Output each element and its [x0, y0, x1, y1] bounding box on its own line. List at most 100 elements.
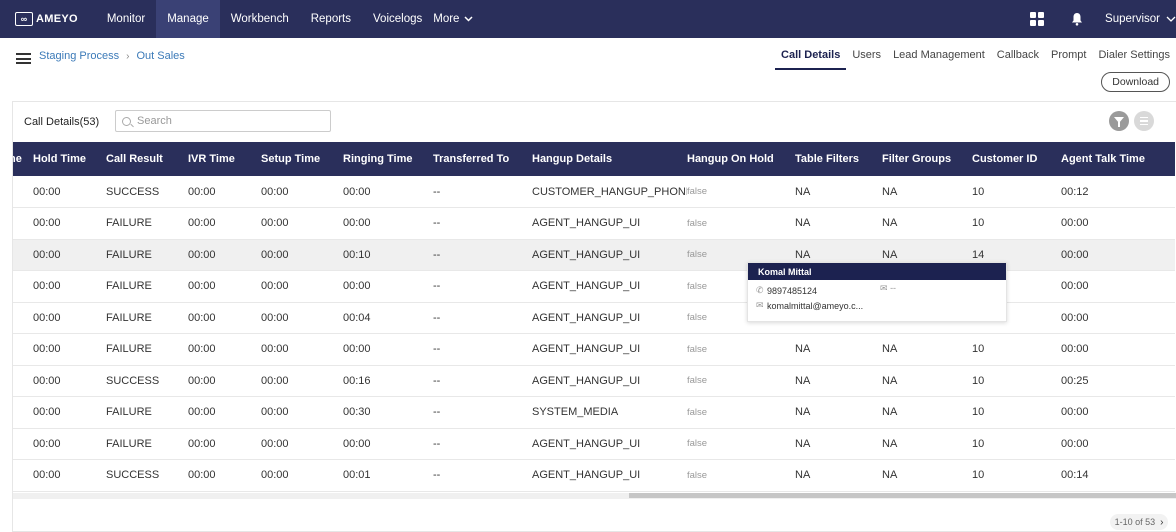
table-cell: 00:00 — [343, 437, 371, 450]
table-row[interactable]: 00:00 FAILURE 00:00 00:00 00:00 -- AGENT_HANGU… — [13, 334, 1175, 365]
table-cell: 00:00 — [188, 185, 216, 198]
table-cell: 00:00 — [188, 311, 216, 324]
table-cell: 00:00 — [33, 248, 61, 261]
table-cell: -- — [433, 217, 441, 230]
search-field[interactable] — [115, 110, 331, 132]
nav-workbench[interactable]: Workbench — [220, 0, 300, 38]
table-row[interactable]: 00:00 SUCCESS 00:00 00:00 00:01 -- AGENT_HANGU… — [13, 460, 1175, 491]
tab-lead-management[interactable]: Lead Management — [887, 46, 991, 70]
search-input[interactable] — [137, 115, 317, 127]
table-cell: -- — [433, 343, 441, 356]
table-cell: AGENT_HANGUP_UI — [532, 469, 641, 482]
table-row[interactable]: 00:00 FAILURE 00:00 00:00 00:30 -- SYSTEM_MEDI… — [13, 397, 1175, 428]
search-icon — [122, 116, 131, 126]
horizontal-scrollbar[interactable] — [13, 493, 1176, 499]
nav-reports[interactable]: Reports — [300, 0, 362, 38]
column-header-11[interactable]: Customer ID — [972, 142, 1061, 176]
column-header-10[interactable]: Filter Groups — [882, 142, 972, 176]
next-page-button[interactable]: › — [1160, 517, 1163, 528]
table-cell: 00:00 — [188, 217, 216, 230]
ameyo-logo[interactable]: ∞ AMEYO — [15, 0, 78, 38]
table-cell: 10 — [972, 217, 985, 230]
table-cell: AGENT_HANGUP_UI — [532, 437, 641, 450]
bell-icon[interactable] — [1071, 12, 1083, 26]
table-row[interactable]: 00:00 FAILURE 00:00 00:00 00:00 -- AGENT_HANGU… — [13, 208, 1175, 240]
tab-users[interactable]: Users — [846, 46, 887, 70]
scrollbar-thumb[interactable] — [629, 493, 1176, 498]
mail-icon: ✉ — [880, 283, 888, 293]
table-cell: NA — [795, 374, 811, 387]
table-cell: 00:00 — [33, 374, 61, 387]
table-row[interactable]: 00:00 FAILURE 00:00 00:00 00:00 -- AGENT_HANGU… — [13, 428, 1175, 460]
table-header-row: neHold TimeCall ResultIVR TimeSetup Time… — [13, 142, 1175, 176]
hamburger-icon[interactable] — [16, 53, 31, 64]
table-cell: false — [687, 438, 708, 450]
table-cell: NA — [882, 437, 898, 450]
table-cell: AGENT_HANGUP_UI — [532, 280, 641, 293]
tab-call-details[interactable]: Call Details — [775, 46, 847, 70]
table-cell: NA — [882, 374, 898, 387]
table-cell — [13, 428, 33, 460]
column-header-6[interactable]: Transferred To — [433, 142, 532, 176]
column-header-12[interactable]: Agent Talk Time — [1061, 142, 1175, 176]
column-header-7[interactable]: Hangup Details — [532, 142, 687, 176]
table-cell: 00:12 — [1061, 185, 1089, 198]
table-cell: false — [687, 343, 708, 355]
table-cell — [13, 239, 33, 271]
logo-mark-icon: ∞ — [15, 12, 33, 26]
table-cell: SUCCESS — [106, 374, 160, 387]
table-cell: 00:00 — [33, 217, 61, 230]
table-cell: FAILURE — [106, 280, 152, 293]
list-view-button[interactable] — [1134, 111, 1154, 131]
table-cell: -- — [433, 185, 441, 198]
table-cell — [13, 208, 33, 240]
table-row[interactable]: 00:00 SUCCESS 00:00 00:00 00:00 -- CUSTOMER_HA… — [13, 176, 1175, 208]
table-row[interactable]: 00:00 SUCCESS 00:00 00:00 00:16 -- AGENT_HANGU… — [13, 365, 1175, 397]
table-cell: 00:00 — [261, 343, 289, 356]
table-cell: 00:00 — [261, 248, 289, 261]
table-cell: AGENT_HANGUP_UI — [532, 343, 641, 356]
popover-email[interactable]: komalmittal@ameyo.c... — [767, 301, 863, 311]
top-navigation-bar: ∞ AMEYO Monitor Manage Workbench Reports… — [0, 0, 1176, 38]
table-cell: 00:00 — [261, 374, 289, 387]
tab-prompt[interactable]: Prompt — [1045, 46, 1092, 70]
table-cell: AGENT_HANGUP_UI — [532, 311, 641, 324]
table-cell: 00:00 — [188, 280, 216, 293]
table-cell: FAILURE — [106, 248, 152, 261]
filter-icon — [1114, 117, 1124, 127]
column-header-2[interactable]: Call Result — [106, 142, 188, 176]
table-cell: 00:25 — [1061, 374, 1089, 387]
user-chevron-icon[interactable] — [1166, 16, 1176, 22]
popover-phone[interactable]: 9897485124 — [767, 286, 817, 296]
column-header-4[interactable]: Setup Time — [261, 142, 343, 176]
nav-monitor[interactable]: Monitor — [96, 0, 156, 38]
table-cell: false — [687, 186, 708, 197]
table-cell: 00:00 — [188, 248, 216, 261]
apps-grid-icon[interactable] — [1030, 12, 1045, 26]
panel-title: Call Details(53) — [24, 116, 100, 128]
download-button[interactable]: Download — [1101, 72, 1170, 92]
user-menu[interactable]: Supervisor — [1105, 13, 1160, 25]
breadcrumb-process[interactable]: Staging Process — [39, 50, 119, 62]
table-cell: AGENT_HANGUP_UI — [532, 248, 641, 261]
breadcrumb-campaign[interactable]: Out Sales — [136, 50, 184, 62]
column-header-8[interactable]: Hangup On Hold — [687, 142, 795, 176]
table-cell: -- — [433, 406, 441, 419]
table-cell: FAILURE — [106, 217, 152, 230]
table-cell: 00:00 — [261, 185, 289, 198]
nav-more[interactable]: More — [433, 0, 484, 38]
column-header-5[interactable]: Ringing Time — [343, 142, 433, 176]
column-header-0[interactable]: ne — [13, 142, 33, 176]
nav-manage[interactable]: Manage — [156, 0, 220, 38]
column-header-9[interactable]: Table Filters — [795, 142, 882, 176]
tab-dialer-settings[interactable]: Dialer Settings — [1092, 46, 1176, 70]
table-cell: 00:00 — [1061, 280, 1089, 293]
table-cell: 00:00 — [188, 469, 216, 482]
nav-voicelogs[interactable]: Voicelogs — [362, 0, 433, 38]
column-header-1[interactable]: Hold Time — [33, 142, 106, 176]
filter-button[interactable] — [1109, 111, 1129, 131]
column-header-3[interactable]: IVR Time — [188, 142, 261, 176]
tab-callback[interactable]: Callback — [991, 46, 1045, 70]
table-cell: 00:00 — [343, 217, 371, 230]
table-cell: 00:04 — [343, 311, 371, 324]
